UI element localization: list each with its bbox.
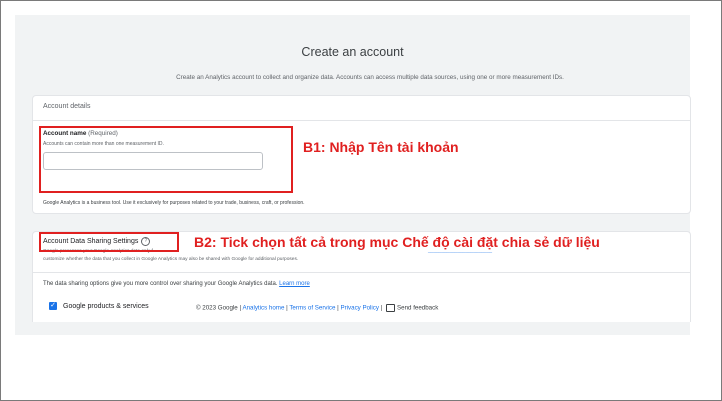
google-products-option[interactable]: ✓ Google products & services xyxy=(49,302,149,310)
page-title: Create an account xyxy=(301,45,404,59)
privacy-link[interactable]: Privacy Policy xyxy=(340,305,379,312)
page-subtitle: Create an Analytics account to collect a… xyxy=(176,74,564,81)
data-sharing-options-text: The data sharing options give you more c… xyxy=(43,281,310,287)
annotation-step1: B1: Nhập Tên tài khoản xyxy=(303,139,459,155)
business-tool-note: Google Analytics is a business tool. Use… xyxy=(43,200,305,206)
data-sharing-options-sentence: The data sharing options give you more c… xyxy=(43,281,278,287)
divider xyxy=(33,120,690,121)
checkbox-checked-icon[interactable]: ✓ xyxy=(49,302,57,310)
annotation-box-step1 xyxy=(39,126,293,193)
footer: © 2023 Google | Analytics home | Terms o… xyxy=(196,304,439,312)
footer-copyright: © 2023 Google xyxy=(196,304,238,312)
send-feedback-link[interactable]: Send feedback xyxy=(397,305,438,312)
divider xyxy=(33,272,690,273)
data-sharing-desc-line2: customize whether the data that you coll… xyxy=(43,257,299,262)
learn-more-link[interactable]: Learn more xyxy=(279,281,310,287)
annotation-step2: B2: Tick chọn tất cả trong mục Chế độ cà… xyxy=(191,233,603,251)
account-details-header: Account details xyxy=(43,103,91,110)
google-products-label: Google products & services xyxy=(63,302,149,310)
screenshot-frame: Create an account Create an Analytics ac… xyxy=(0,0,722,401)
terms-link[interactable]: Terms of Service xyxy=(289,305,335,312)
analytics-home-link[interactable]: Analytics home xyxy=(242,305,284,312)
annotation-box-step2 xyxy=(39,232,179,252)
feedback-icon xyxy=(386,304,396,312)
